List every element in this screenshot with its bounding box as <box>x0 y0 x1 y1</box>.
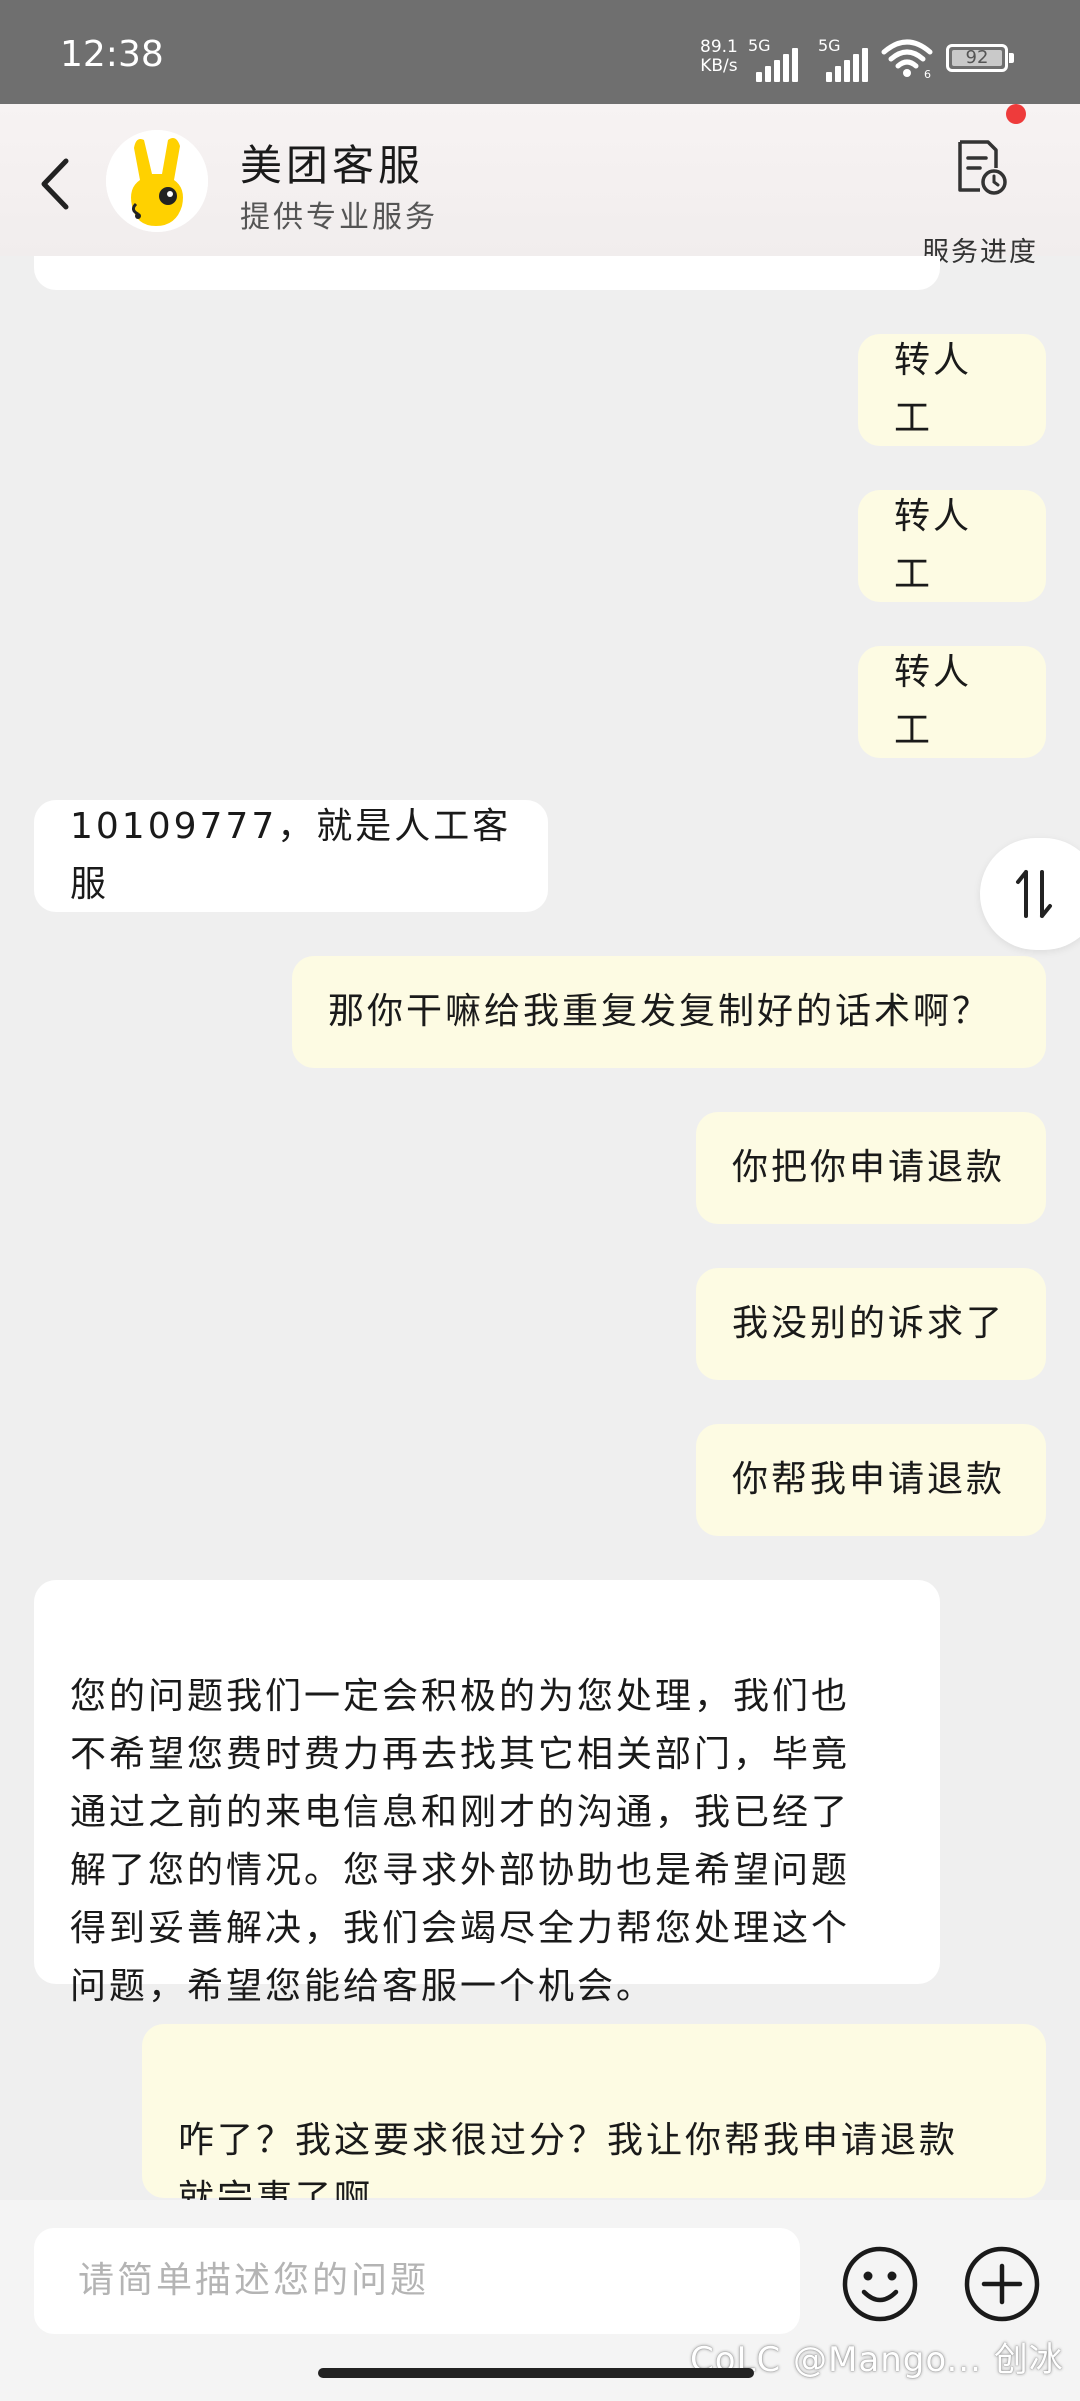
page-title: 美团客服 <box>240 141 425 190</box>
message-bubble-sent[interactable]: 那你干嘛给我重复发复制好的话术啊？ <box>292 956 1046 1068</box>
message-text: 转人工 <box>894 496 973 595</box>
message-bubble-sent[interactable]: 转人工 <box>858 334 1046 446</box>
message-text: 您的问题我们一定会积极的为您处理，我们也 不希望您费时费力再去找其它相关部门，毕… <box>70 1676 851 2007</box>
wifi-icon: 6 <box>881 39 933 78</box>
network-speed: 89.1 KB/s <box>700 38 738 76</box>
chat-header: 美团客服 提供专业服务 服务进度 <box>0 104 1080 268</box>
message-text: 你帮我申请退款 <box>732 1459 1006 1500</box>
scroll-toggle-button[interactable] <box>980 838 1080 950</box>
battery-level: 92 <box>965 47 989 68</box>
network-speed-value: 89.1 <box>700 37 738 57</box>
swap-vertical-icon <box>1016 870 1052 918</box>
message-input[interactable] <box>34 2228 800 2334</box>
message-bubble-sent[interactable]: 你把你申请退款 <box>696 1112 1046 1224</box>
message-bubble-sent[interactable]: 咋了？我这要求很过分？我让你帮我申请退款 就完事了啊 <box>142 2024 1046 2219</box>
message-bubble-sent[interactable]: 你帮我申请退款 <box>696 1424 1046 1536</box>
status-bar: 12:38 89.1 KB/s 5G 5G 6 92 <box>0 0 1080 104</box>
status-time: 12:38 <box>60 34 164 75</box>
message-bubble-received[interactable]: 您的问题我们一定会积极的为您处理，我们也 不希望您费时费力再去找其它相关部门，毕… <box>34 1580 940 2007</box>
home-indicator[interactable] <box>318 2368 754 2378</box>
document-clock-icon <box>958 140 1007 195</box>
network-speed-unit: KB/s <box>700 56 738 76</box>
message-text: 10109777，就是人工客服 <box>70 806 512 905</box>
page-subtitle: 提供专业服务 <box>240 200 438 235</box>
message-text: 你把你申请退款 <box>732 1147 1006 1188</box>
message-bubble-sent[interactable]: 我没别的诉求了 <box>696 1268 1046 1380</box>
message-text: 转人工 <box>894 652 973 751</box>
battery-icon: 92 <box>946 44 1014 72</box>
message-text: 转人工 <box>894 340 973 439</box>
message-text: 我没别的诉求了 <box>732 1303 1006 1344</box>
wifi-badge: 6 <box>924 68 931 78</box>
plus-circle-icon[interactable] <box>962 2244 1042 2324</box>
avatar[interactable] <box>106 130 208 232</box>
chat-message-list[interactable]: 转人工 转人工 转人工 10109777，就是人工客服 那你干嘛给我重复发复制好… <box>0 256 1080 2219</box>
message-bubble-received[interactable]: 10109777，就是人工客服 <box>34 800 548 912</box>
message-bubble-sent[interactable]: 转人工 <box>858 646 1046 758</box>
service-progress-button[interactable]: 服务进度 <box>900 134 1060 268</box>
notification-dot <box>1006 104 1026 124</box>
kangaroo-mascot-icon <box>106 130 208 232</box>
smiley-icon[interactable] <box>840 2244 920 2324</box>
chevron-left-icon[interactable] <box>30 149 80 219</box>
message-text: 那你干嘛给我重复发复制好的话术啊？ <box>328 991 992 1032</box>
message-bubble-sent[interactable]: 转人工 <box>858 490 1046 602</box>
previous-message-bubble <box>34 256 940 290</box>
